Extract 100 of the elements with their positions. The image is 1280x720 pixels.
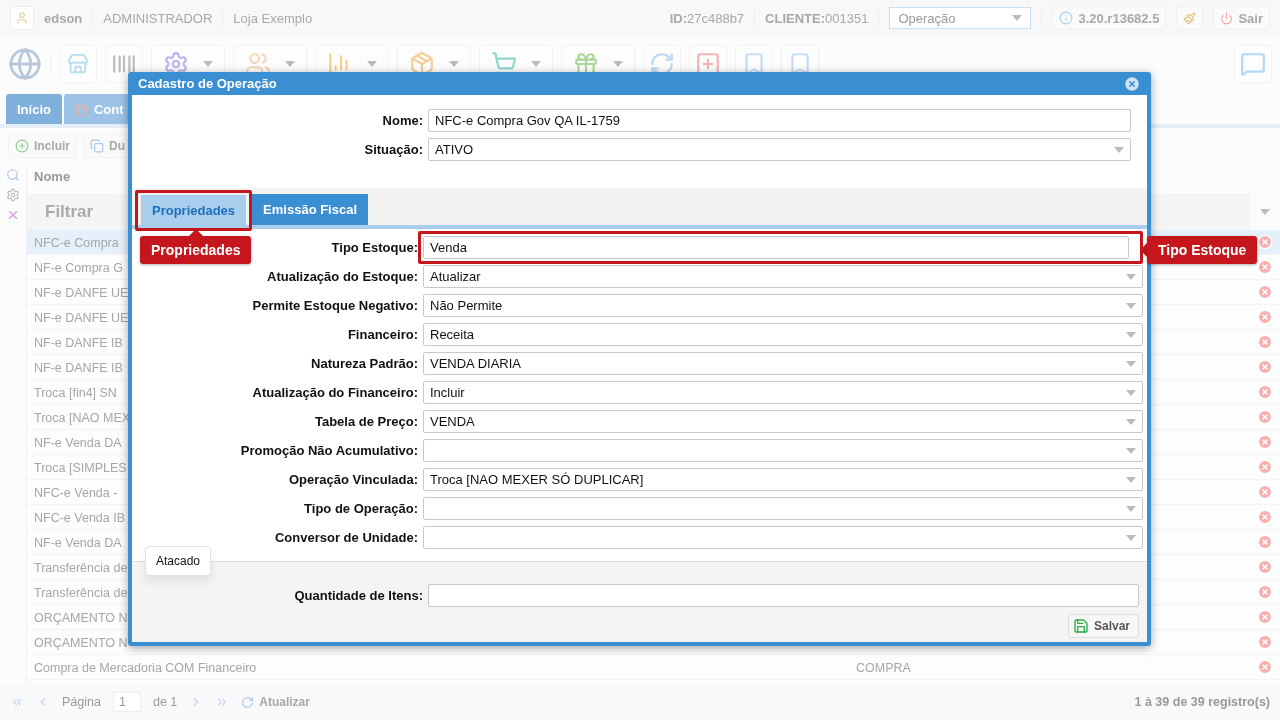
delete-icon[interactable] [1257,534,1273,550]
close-icon[interactable] [1123,74,1141,93]
copy-icon [90,139,104,153]
delete-icon[interactable] [1257,259,1273,275]
module-select[interactable]: Operação [889,7,1032,29]
info-icon [1059,11,1074,25]
select-field[interactable]: Troca [NAO MEXER SÓ DUPLICAR] [423,468,1143,491]
delete-icon[interactable] [1257,459,1273,475]
table-cell: Troca [NAO MEX [34,411,131,425]
field-label: Nome: [382,113,423,128]
user-name: edson [44,10,83,26]
record-count: 1 à 39 de 39 registro(s) [1134,695,1270,709]
plus-icon [15,139,29,153]
toolbar-button[interactable] [1234,45,1272,83]
tab[interactable]: Propriedades [141,195,247,226]
delete-icon[interactable] [1257,484,1273,500]
table-cell: Compra de Mercadoria COM Financeiro [34,661,257,675]
power-icon [1220,11,1234,25]
calendar-icon [74,102,88,116]
table-cell: NF-e DANFE UE [34,286,129,300]
table-cell: NF-e Compra G [34,261,123,275]
delete-icon[interactable] [1257,284,1273,300]
field-label: Quantidade de Itens: [294,588,423,603]
select-field[interactable]: Incluir [423,381,1143,404]
delete-icon[interactable] [1257,384,1273,400]
delete-icon[interactable] [1257,634,1273,650]
select-field[interactable]: VENDA [423,410,1143,433]
text-field[interactable]: NFC-e Compra Gov QA IL-1759 [428,109,1131,132]
tab[interactable]: Início [6,94,62,124]
delete-icon[interactable] [1257,559,1273,575]
user-icon [15,11,29,25]
user-role: ADMINISTRADOR [103,10,213,26]
table-cell: NF-e Venda DA [34,536,122,550]
save-icon [1072,618,1089,634]
filter-select[interactable] [1250,194,1280,230]
select-field[interactable]: VENDA DIARIA [423,352,1143,375]
table-cell: Transferência de [34,561,128,575]
field-label: Natureza Padrão: [311,356,418,371]
table-cell: Troca [SIMPLES [34,461,127,475]
dialog-title: Cadastro de Operação [138,76,277,91]
delete-icon[interactable] [1257,409,1273,425]
refresh-button[interactable]: Atualizar [241,695,310,709]
field-label: Tipo Estoque: [331,240,418,255]
group-legend: Atacado [145,546,212,576]
text-field[interactable]: Venda [423,236,1129,259]
tab[interactable]: Emissão Fiscal [252,194,369,225]
select-field[interactable]: Atualizar [423,265,1143,288]
select-field[interactable]: Receita [423,323,1143,346]
table-cell: NF-e DANFE IB [34,336,123,350]
store-icon [67,53,89,75]
table-cell: NF-e Venda DA [34,436,122,450]
settings-icon[interactable] [6,188,20,202]
logout-button[interactable]: Sair [1213,6,1270,30]
table-cell: NFC-e Venda - [34,486,118,500]
delete-icon[interactable] [1257,509,1273,525]
delete-icon[interactable] [1257,234,1273,250]
field-label: Conversor de Unidade: [274,530,418,545]
delete-icon[interactable] [1257,334,1273,350]
delete-icon[interactable] [1257,584,1273,600]
close-icon[interactable] [6,208,20,222]
field-label: Atualização do Financeiro: [252,385,418,400]
table-cell: Transferência de [34,586,128,600]
table-cell: ORÇAMENTO N [34,636,128,650]
select-field[interactable] [423,497,1143,520]
select-field[interactable]: Não Permite [423,294,1143,317]
field-label: Tabela de Preço: [314,414,418,429]
brush-icon [1183,11,1197,25]
client-code: CLIENTE:001351 [765,10,869,26]
clean-button[interactable] [1176,6,1204,30]
delete-icon[interactable] [1257,659,1273,675]
table-cell: COMPRA [856,661,911,675]
delete-icon[interactable] [1257,309,1273,325]
field-label: Financeiro: [347,327,418,342]
version-button[interactable]: 3.20.r13682.5 [1052,6,1167,30]
table-cell: NF-e DANFE IB [34,361,123,375]
select-field[interactable]: ATIVO [428,138,1131,161]
text-field[interactable] [428,584,1139,607]
delete-icon[interactable] [1257,434,1273,450]
column-header: Nome [34,168,71,184]
field-label: Situação: [364,142,423,157]
table-cell: NFC-e Compra [34,236,119,250]
client-id: ID:27c488b7 [669,10,745,26]
toolbar-button[interactable] [59,45,97,83]
chat-icon [1240,51,1266,77]
delete-icon[interactable] [1257,609,1273,625]
first-page-icon[interactable] [10,695,24,709]
save-button[interactable]: Salvar [1067,614,1139,638]
field-label: Tipo de Operação: [304,501,418,516]
field-label: Promoção Não Acumulativo: [240,443,418,458]
select-field[interactable] [423,439,1143,462]
refresh-icon [241,695,255,709]
page-field[interactable]: 1 [112,692,141,712]
table-cell: NF-e DANFE UE [34,311,129,325]
search-icon[interactable] [6,168,20,182]
logo-icon [8,47,42,81]
add-button[interactable]: Incluir [8,134,77,158]
delete-icon[interactable] [1257,359,1273,375]
select-field[interactable] [423,526,1143,549]
store-name: Loja Exemplo [233,10,313,26]
table-cell: Troca [fin4] SN [34,386,117,400]
